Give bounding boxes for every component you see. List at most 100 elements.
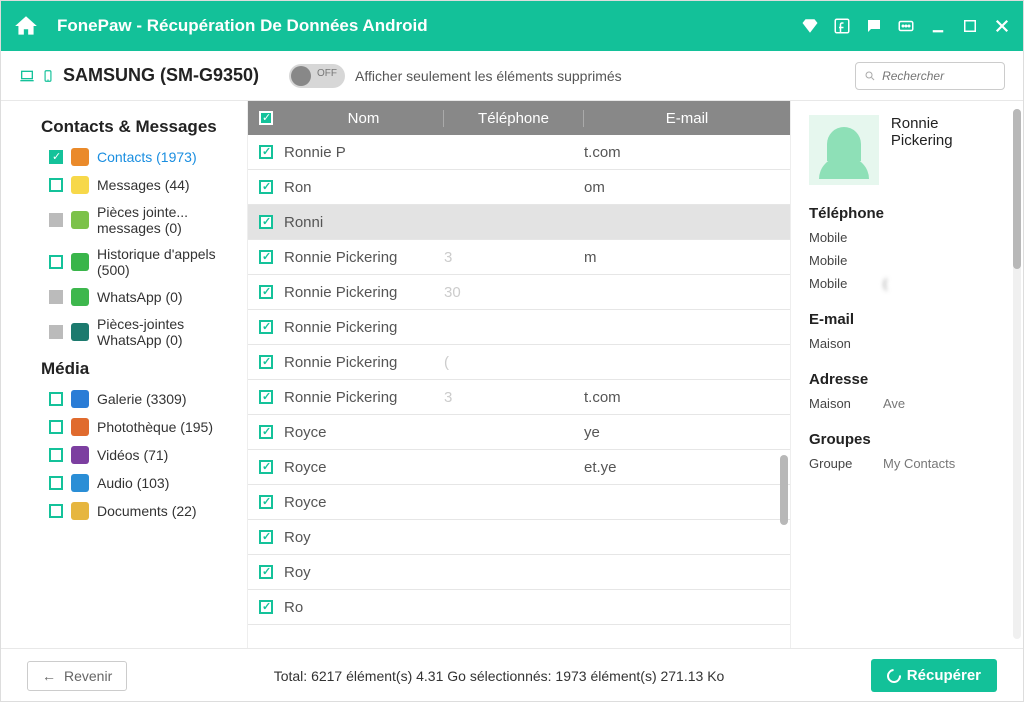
table-row[interactable]: Ro (248, 590, 790, 625)
detail-label: Maison (809, 396, 865, 411)
footer-status: Total: 6217 élément(s) 4.31 Go sélection… (127, 668, 871, 684)
table-row[interactable]: Roy (248, 555, 790, 590)
titlebar: FonePaw - Récupération De Données Androi… (1, 1, 1023, 51)
recover-button[interactable]: Récupérer (871, 659, 997, 692)
detail-row: Mobile (809, 230, 1009, 245)
row-checkbox[interactable] (248, 355, 284, 369)
more-icon[interactable] (897, 17, 915, 35)
feedback-icon[interactable] (865, 17, 883, 35)
table-row[interactable]: Ronnie Pickering (248, 310, 790, 345)
detail-value: Ave (883, 396, 1009, 411)
row-checkbox[interactable] (248, 495, 284, 509)
sidebar-checkbox[interactable] (49, 448, 63, 462)
sidebar-checkbox[interactable] (49, 255, 63, 269)
deleted-only-toggle[interactable]: OFF Afficher seulement les éléments supp… (289, 64, 622, 88)
search-input[interactable] (882, 69, 996, 83)
sidebar-checkbox[interactable] (49, 325, 63, 339)
detail-value: ( (883, 276, 1009, 291)
row-checkbox[interactable] (248, 600, 284, 614)
category-icon (71, 502, 89, 520)
sidebar-item[interactable]: Galerie (3309) (1, 385, 247, 413)
select-all-checkbox[interactable] (248, 111, 284, 125)
sidebar-item-label: Historique d'appels (500) (97, 246, 235, 278)
detail-row: Maison Ave (809, 396, 1009, 411)
category-icon (71, 148, 89, 166)
table-row[interactable]: Roy (248, 520, 790, 555)
details-panel: Ronnie Pickering Téléphone MobileMobileM… (791, 101, 1023, 648)
table-row[interactable]: Royce (248, 485, 790, 520)
close-icon[interactable] (993, 17, 1011, 35)
col-name[interactable]: Nom (284, 110, 444, 127)
row-checkbox[interactable] (248, 530, 284, 544)
sidebar-checkbox[interactable] (49, 178, 63, 192)
sidebar-checkbox[interactable] (49, 290, 63, 304)
row-checkbox[interactable] (248, 460, 284, 474)
sidebar-checkbox[interactable] (49, 504, 63, 518)
sidebar-item-label: Audio (103) (97, 475, 169, 491)
sidebar-item[interactable]: Historique d'appels (500) (1, 241, 247, 283)
sidebar-item[interactable]: Audio (103) (1, 469, 247, 497)
details-scrollbar[interactable] (1013, 109, 1021, 269)
table-row[interactable]: Ronom (248, 170, 790, 205)
table-row[interactable]: Ronnie Pt.com (248, 135, 790, 170)
sidebar-item[interactable]: Pièces-jointes WhatsApp (0) (1, 311, 247, 353)
minimize-icon[interactable] (929, 17, 947, 35)
sidebar-item[interactable]: WhatsApp (0) (1, 283, 247, 311)
search-box[interactable] (855, 62, 1005, 90)
sidebar-item[interactable]: Messages (44) (1, 171, 247, 199)
detail-row: Maison (809, 336, 1009, 351)
detail-value: My Contacts (883, 456, 1009, 471)
table-row[interactable]: Royceye (248, 415, 790, 450)
row-checkbox[interactable] (248, 250, 284, 264)
cell-email: et.ye (584, 459, 790, 476)
row-checkbox[interactable] (248, 285, 284, 299)
table-row[interactable]: Ronnie Pickering30 (248, 275, 790, 310)
row-checkbox[interactable] (248, 215, 284, 229)
row-checkbox[interactable] (248, 145, 284, 159)
cell-phone: 3 (444, 389, 584, 406)
detail-label: Groupe (809, 456, 865, 471)
table-row[interactable]: Ronnie Pickering3m (248, 240, 790, 275)
table-scrollbar[interactable] (780, 455, 788, 525)
cell-email: t.com (584, 144, 790, 161)
sidebar-item[interactable]: Photothèque (195) (1, 413, 247, 441)
category-icon (71, 323, 89, 341)
row-checkbox[interactable] (248, 180, 284, 194)
diamond-icon[interactable] (801, 17, 819, 35)
back-button[interactable]: ← Revenir (27, 661, 127, 691)
sidebar-item[interactable]: Contacts (1973) (1, 143, 247, 171)
category-icon (71, 176, 89, 194)
col-phone[interactable]: Téléphone (444, 110, 584, 127)
row-checkbox[interactable] (248, 425, 284, 439)
sidebar-checkbox[interactable] (49, 150, 63, 164)
cell-name: Ronnie Pickering (284, 354, 444, 371)
col-email[interactable]: E-mail (584, 110, 790, 127)
sidebar-item-label: Photothèque (195) (97, 419, 213, 435)
table-row[interactable]: Ronnie Pickering( (248, 345, 790, 380)
table-row[interactable]: Royceet.ye (248, 450, 790, 485)
facebook-icon[interactable] (833, 17, 851, 35)
row-checkbox[interactable] (248, 390, 284, 404)
home-icon[interactable] (13, 13, 39, 39)
detail-row: Mobile (809, 253, 1009, 268)
cell-name: Ro (284, 599, 444, 616)
sidebar-item[interactable]: Vidéos (71) (1, 441, 247, 469)
toggle-off-label: OFF (317, 68, 337, 79)
recover-label: Récupérer (907, 667, 981, 684)
sidebar-item[interactable]: Pièces jointe... messages (0) (1, 199, 247, 241)
row-checkbox[interactable] (248, 320, 284, 334)
category-icon (71, 288, 89, 306)
table-row[interactable]: Ronni (248, 205, 790, 240)
address-section-title: Adresse (809, 371, 1009, 388)
sidebar-checkbox[interactable] (49, 476, 63, 490)
cell-name: Royce (284, 494, 444, 511)
sidebar-checkbox[interactable] (49, 420, 63, 434)
sidebar-checkbox[interactable] (49, 213, 63, 227)
sidebar-checkbox[interactable] (49, 392, 63, 406)
table-row[interactable]: Ronnie Pickering3t.com (248, 380, 790, 415)
row-checkbox[interactable] (248, 565, 284, 579)
sidebar-item-label: Documents (22) (97, 503, 197, 519)
detail-label: Mobile (809, 253, 865, 268)
sidebar-item[interactable]: Documents (22) (1, 497, 247, 525)
maximize-icon[interactable] (961, 17, 979, 35)
